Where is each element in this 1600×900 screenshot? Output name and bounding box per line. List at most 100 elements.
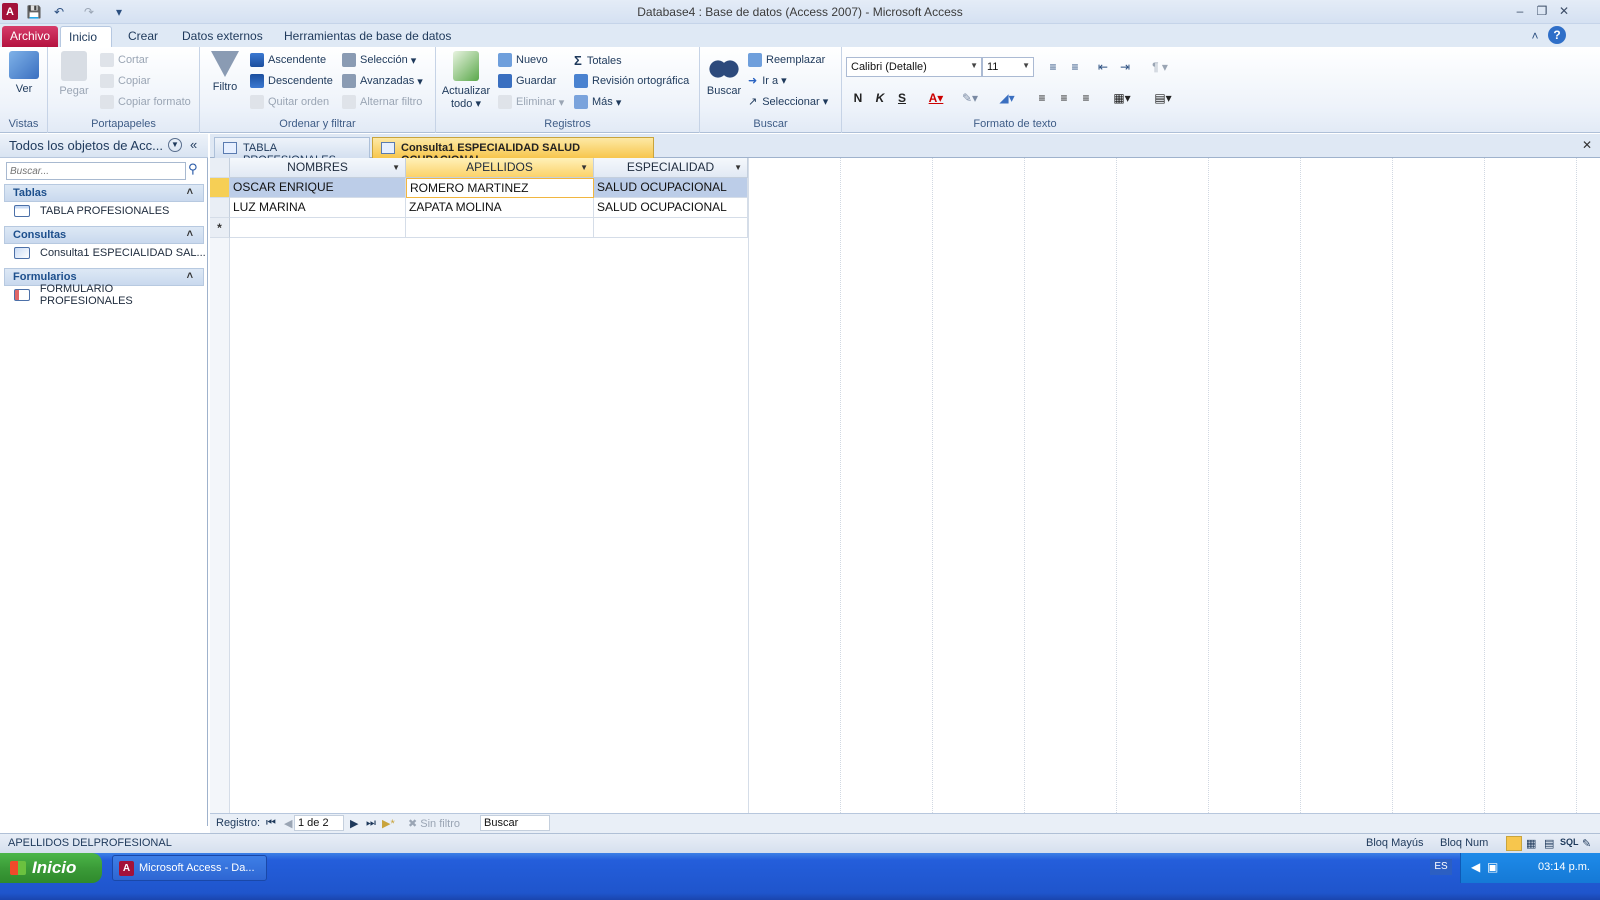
filtro-button[interactable]: Filtro xyxy=(208,51,242,93)
language-indicator[interactable]: ES xyxy=(1430,859,1452,875)
increase-indent-icon[interactable]: ⇥ xyxy=(1116,58,1134,75)
minimize-ribbon-icon[interactable]: ˄ xyxy=(1528,27,1542,44)
chevron-down-icon[interactable]: ▼ xyxy=(392,158,400,177)
new-row-cell[interactable] xyxy=(406,218,594,238)
actualizar-todo-button[interactable]: Actualizar todo ▾ xyxy=(440,51,492,110)
align-left-icon[interactable]: ≡ xyxy=(1032,89,1052,107)
column-header-apellidos[interactable]: APELLIDOS ▼ xyxy=(406,158,594,178)
help-icon[interactable]: ? xyxy=(1548,26,1566,44)
pegar-button[interactable]: Pegar xyxy=(56,51,92,97)
eliminar-button[interactable]: Eliminar ▾ xyxy=(498,95,564,109)
nav-search-input[interactable] xyxy=(6,162,186,180)
font-color-icon[interactable]: A▾ xyxy=(922,89,950,107)
no-filter-button[interactable]: ✖ Sin filtro xyxy=(408,817,460,830)
table-cell-editing[interactable]: ROMERO MARTINEZ xyxy=(406,178,594,198)
prev-record-icon[interactable]: ◀ xyxy=(284,817,292,830)
nav-section-tablas[interactable]: Tablas ˄ xyxy=(4,184,204,202)
doc-tab-tabla-profesionales[interactable]: TABLA PROFESIONALES xyxy=(214,137,370,166)
descendente-button[interactable]: Descendente xyxy=(250,74,333,88)
highlight-icon[interactable]: ✎▾ xyxy=(956,89,984,107)
bullets-icon[interactable]: ≡ xyxy=(1044,58,1062,75)
decrease-indent-icon[interactable]: ⇤ xyxy=(1094,58,1112,75)
tab-archivo[interactable]: Archivo xyxy=(2,26,59,47)
clock[interactable]: 03:14 p.m. xyxy=(1538,861,1590,873)
next-record-icon[interactable]: ▶ xyxy=(350,817,358,830)
nav-item-consulta1[interactable]: Consulta1 ESPECIALIDAD SAL... xyxy=(14,244,206,262)
restore-button[interactable]: ❐ xyxy=(1532,3,1552,19)
first-record-icon[interactable]: ⏮ xyxy=(266,817,276,830)
ascendente-button[interactable]: Ascendente xyxy=(250,53,326,67)
ira-button[interactable]: ➜ Ir a ▾ xyxy=(748,74,787,88)
chevron-down-icon[interactable]: ▼ xyxy=(734,158,742,177)
pivot-chart-view-icon[interactable]: ▤ xyxy=(1544,837,1554,850)
revision-button[interactable]: Revisión ortográfica xyxy=(574,74,689,88)
font-combo[interactable]: Calibri (Detalle) ▼ xyxy=(846,57,982,77)
align-right-icon[interactable]: ≡ xyxy=(1076,89,1096,107)
column-header-especialidad[interactable]: ESPECIALIDAD ▼ xyxy=(594,158,748,178)
alternar-filtro-button[interactable]: Alternar filtro xyxy=(342,95,422,109)
guardar-button[interactable]: Guardar xyxy=(498,74,556,88)
network-icon[interactable]: ▣ xyxy=(1487,860,1498,874)
copiar-button[interactable]: Copiar xyxy=(100,74,150,88)
table-cell[interactable]: ZAPATA MOLINA xyxy=(406,198,594,218)
start-button[interactable]: Inicio xyxy=(0,853,102,883)
bold-button[interactable]: N xyxy=(848,89,868,107)
last-record-icon[interactable]: ⏭ xyxy=(366,817,376,830)
mas-button[interactable]: Más ▾ xyxy=(574,95,621,109)
fill-color-icon[interactable]: ◢▾ xyxy=(992,89,1022,107)
record-position-field[interactable]: 1 de 2 xyxy=(294,815,344,831)
new-row-cell[interactable] xyxy=(594,218,748,238)
pivot-table-view-icon[interactable]: ▦ xyxy=(1526,837,1536,850)
ver-button[interactable]: Ver xyxy=(6,51,42,95)
font-size-combo[interactable]: 11 ▼ xyxy=(982,57,1034,77)
seleccionar-button[interactable]: ↗ Seleccionar ▾ xyxy=(748,95,828,109)
nav-item-formulario-profesionales[interactable]: FORMULARIO PROFESIONALES xyxy=(14,283,207,307)
nav-header[interactable]: Todos los objetos de Acc... ▼ « xyxy=(0,134,208,158)
sql-view-icon[interactable]: SQL xyxy=(1560,837,1579,847)
align-center-icon[interactable]: ≡ xyxy=(1054,89,1074,107)
row-selector[interactable] xyxy=(210,198,230,218)
gridlines-icon[interactable]: ▦▾ xyxy=(1108,89,1136,107)
table-cell[interactable]: SALUD OCUPACIONAL xyxy=(594,178,748,198)
tab-crear[interactable]: Crear xyxy=(120,26,166,47)
datasheet-view-icon[interactable] xyxy=(1506,836,1522,851)
italic-button[interactable]: K xyxy=(870,89,890,107)
minimize-button[interactable]: – xyxy=(1510,3,1530,19)
collapse-pane-icon[interactable]: « xyxy=(190,137,197,152)
numbering-icon[interactable]: ≡ xyxy=(1066,58,1084,75)
tray-arrow-icon[interactable]: ◀ xyxy=(1471,860,1480,874)
column-header-nombres[interactable]: NOMBRES ▼ xyxy=(230,158,406,178)
alternate-fill-icon[interactable]: ▤▾ xyxy=(1148,89,1178,107)
avanzadas-button[interactable]: Avanzadas ▾ xyxy=(342,74,423,88)
new-row-selector[interactable]: * xyxy=(210,218,230,238)
close-document-icon[interactable]: ✕ xyxy=(1582,138,1592,152)
row-selector[interactable] xyxy=(210,178,230,198)
table-cell[interactable]: OSCAR ENRIQUE xyxy=(230,178,406,198)
search-icon[interactable]: ⚲ xyxy=(188,161,198,177)
select-all-corner[interactable] xyxy=(210,158,230,178)
nav-item-tabla-profesionales[interactable]: TABLA PROFESIONALES xyxy=(14,202,169,220)
copiar-formato-button[interactable]: Copiar formato xyxy=(100,95,191,109)
taskbar-item-access[interactable]: A Microsoft Access - Da... xyxy=(112,855,267,881)
cortar-button[interactable]: Cortar xyxy=(100,53,149,67)
table-cell[interactable]: SALUD OCUPACIONAL xyxy=(594,198,748,218)
quitar-orden-button[interactable]: Quitar orden xyxy=(250,95,329,109)
underline-button[interactable]: S xyxy=(892,89,912,107)
new-record-nav-icon[interactable]: ▶* xyxy=(382,817,395,830)
nav-section-consultas[interactable]: Consultas ˄ xyxy=(4,226,204,244)
doc-tab-consulta1[interactable]: Consulta1 ESPECIALIDAD SALUD OCUPACIONAL xyxy=(372,137,654,166)
nav-menu-chevron-icon[interactable]: ▼ xyxy=(168,138,182,152)
chevron-down-icon[interactable]: ▼ xyxy=(580,158,588,177)
record-search-input[interactable]: Buscar xyxy=(480,815,550,831)
design-view-icon[interactable]: ✎ xyxy=(1582,837,1591,850)
tab-herramientas[interactable]: Herramientas de base de datos xyxy=(276,26,459,47)
tab-datos-externos[interactable]: Datos externos xyxy=(174,26,271,47)
paragraph-direction-icon[interactable]: ¶ ▾ xyxy=(1146,58,1174,75)
seleccion-button[interactable]: Selección ▾ xyxy=(342,53,416,67)
totales-button[interactable]: Σ Totales xyxy=(574,53,622,68)
nuevo-button[interactable]: Nuevo xyxy=(498,53,548,67)
new-row-cell[interactable] xyxy=(230,218,406,238)
close-window-button[interactable]: ✕ xyxy=(1554,3,1574,19)
reemplazar-button[interactable]: Reemplazar xyxy=(748,53,825,67)
buscar-button[interactable]: Buscar xyxy=(706,51,742,97)
